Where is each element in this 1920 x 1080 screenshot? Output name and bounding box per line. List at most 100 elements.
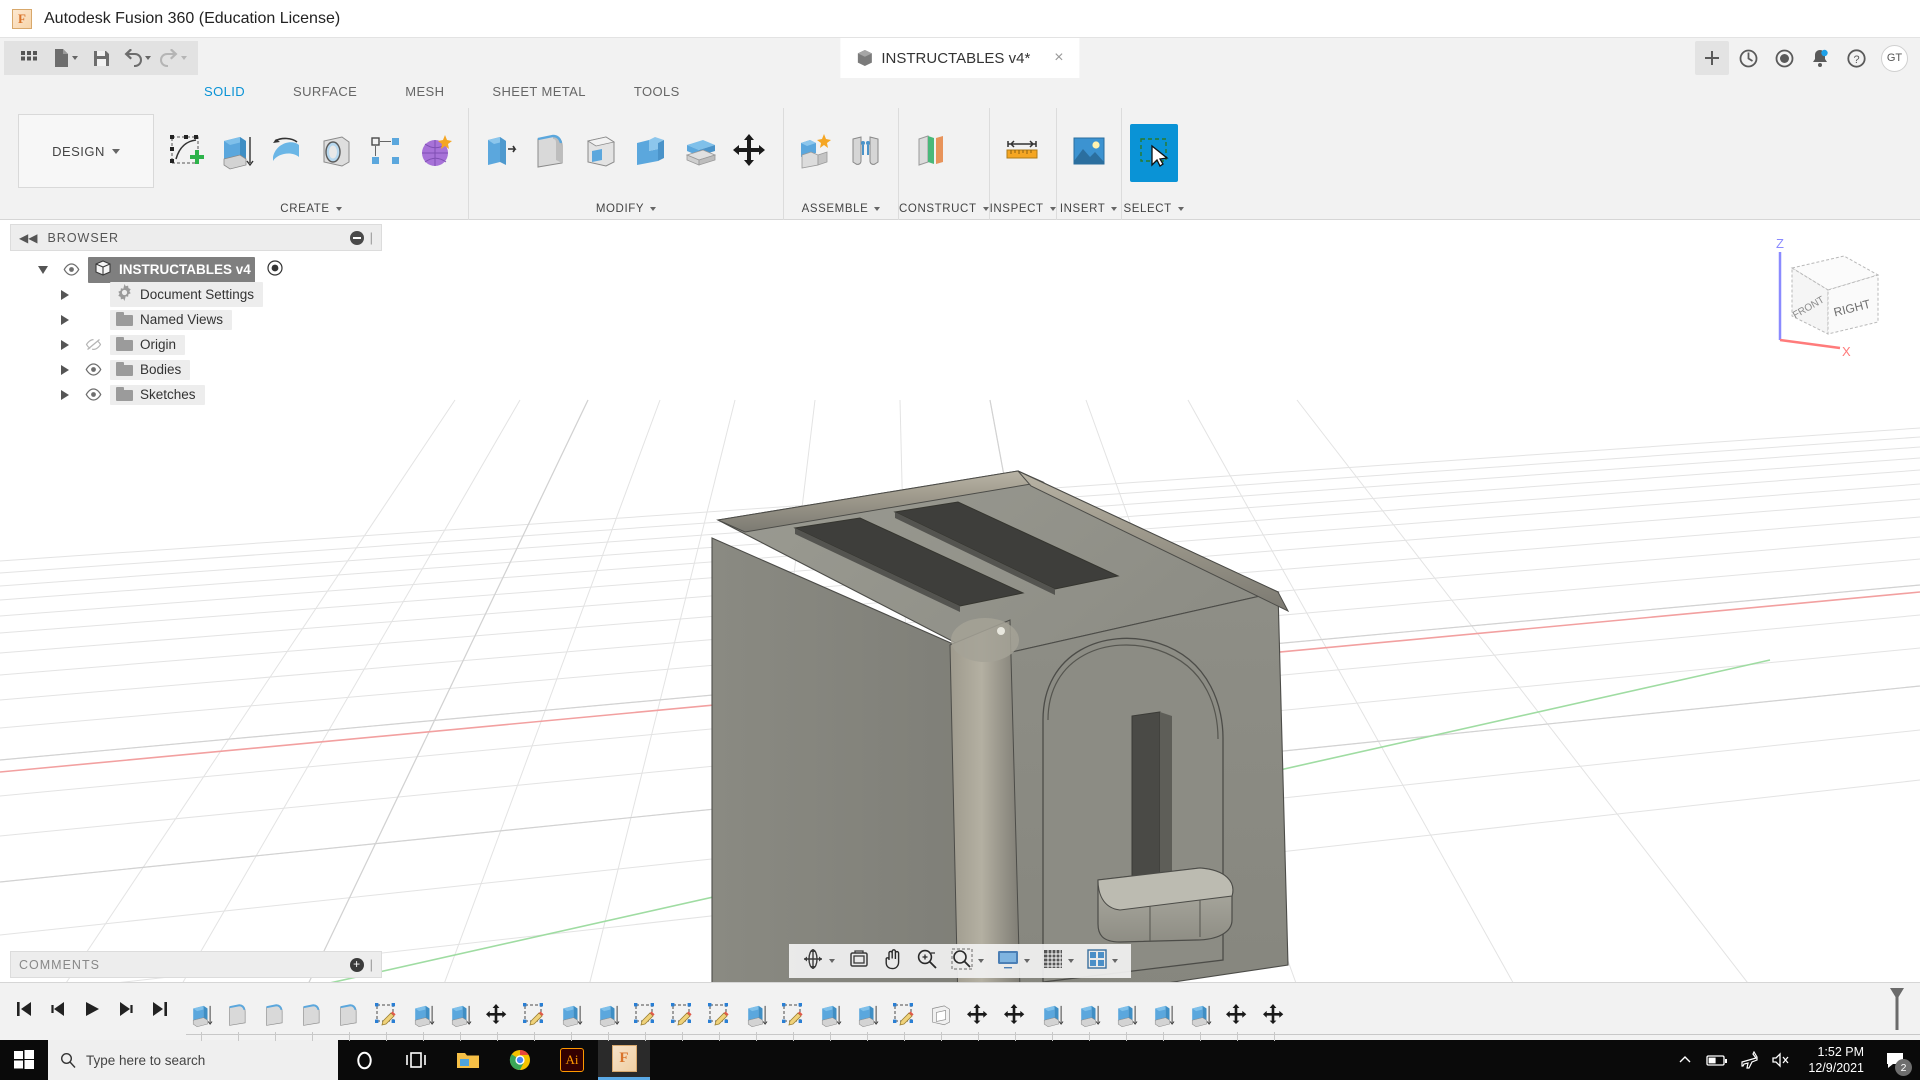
orbit-button[interactable] xyxy=(797,946,840,976)
undo-button[interactable] xyxy=(120,43,154,73)
browser-tree-item-label[interactable]: Bodies xyxy=(110,359,191,380)
fit-button[interactable] xyxy=(946,946,989,976)
timeline-feature-extrude[interactable] xyxy=(186,1001,216,1041)
expand-triangle-open-icon[interactable] xyxy=(32,265,54,274)
chevron-down-icon[interactable] xyxy=(71,56,78,60)
adobe-illustrator-icon[interactable]: Ai xyxy=(546,1040,598,1080)
browser-tree-item[interactable]: Sketches xyxy=(10,382,382,407)
visibility-eye-icon[interactable] xyxy=(82,363,104,376)
chevron-down-icon[interactable] xyxy=(978,959,984,963)
hole-button[interactable] xyxy=(312,124,360,182)
timeline-feature-extrude[interactable] xyxy=(852,1001,882,1041)
form-button[interactable] xyxy=(412,124,460,182)
user-avatar[interactable]: GT xyxy=(1881,44,1908,72)
pan-button[interactable] xyxy=(878,946,908,976)
comments-panel[interactable]: COMMENTS + | xyxy=(10,951,382,978)
history-clock-icon[interactable] xyxy=(1767,41,1801,75)
timeline-feature-extrude[interactable] xyxy=(1185,1001,1215,1041)
offset-face-button[interactable] xyxy=(677,124,725,182)
expand-triangle-icon[interactable] xyxy=(54,289,76,300)
workspace-switcher[interactable]: DESIGN xyxy=(18,114,154,188)
task-view-icon[interactable] xyxy=(390,1040,442,1080)
timeline-feature-extrude[interactable] xyxy=(408,1001,438,1041)
press-pull-button[interactable] xyxy=(477,124,525,182)
ribbon-group-label[interactable]: ASSEMBLE xyxy=(784,198,898,220)
browser-tree-item-label[interactable]: Named Views xyxy=(110,309,233,330)
shell-button[interactable] xyxy=(577,124,625,182)
measure-button[interactable] xyxy=(998,124,1046,182)
google-chrome-icon[interactable] xyxy=(494,1040,546,1080)
chevron-down-icon[interactable] xyxy=(1177,207,1184,211)
expand-triangle-icon[interactable] xyxy=(54,314,76,325)
chevron-down-icon[interactable] xyxy=(335,207,342,211)
move-copy-button[interactable] xyxy=(727,124,775,182)
ribbon-group-label[interactable]: MODIFY xyxy=(469,198,783,220)
create-sketch-button[interactable] xyxy=(162,124,210,182)
grid-snaps-button[interactable] xyxy=(1038,946,1079,976)
ribbon-tab-mesh[interactable]: MESH xyxy=(381,78,468,105)
timeline-feature-sketch[interactable] xyxy=(630,1001,660,1041)
timeline-feature-sketch[interactable] xyxy=(778,1001,808,1041)
select-tool-button[interactable] xyxy=(1129,124,1178,182)
browser-tree-item[interactable]: INSTRUCTABLES v4 xyxy=(10,256,382,283)
combine-button[interactable] xyxy=(627,124,675,182)
timeline-feature-fillet[interactable] xyxy=(223,1001,253,1041)
expand-triangle-icon[interactable] xyxy=(54,339,76,350)
clock[interactable]: 1:52 PM 12/9/2021 xyxy=(1798,1044,1874,1076)
battery-icon[interactable] xyxy=(1702,1040,1732,1080)
cortana-icon[interactable] xyxy=(338,1040,390,1080)
browser-resize-grip[interactable]: | xyxy=(370,230,373,245)
visibility-eye-off-icon[interactable] xyxy=(82,338,104,351)
timeline-feature-extrude[interactable] xyxy=(741,1001,771,1041)
ribbon-tab-solid[interactable]: SOLID xyxy=(180,78,269,105)
windows-start-icon[interactable] xyxy=(0,1040,48,1080)
viewports-button[interactable] xyxy=(1082,946,1123,976)
ribbon-group-label[interactable]: CREATE xyxy=(154,198,468,220)
browser-tree-item[interactable]: Named Views xyxy=(10,307,382,332)
visibility-eye-icon[interactable] xyxy=(60,263,82,276)
zoom-button[interactable] xyxy=(911,946,943,976)
search-input[interactable]: Type here to search xyxy=(48,1040,338,1080)
timeline-feature-extrude[interactable] xyxy=(1111,1001,1141,1041)
volume-muted-icon[interactable] xyxy=(1766,1040,1796,1080)
chevron-down-icon[interactable] xyxy=(1049,207,1056,211)
chevron-down-icon[interactable] xyxy=(111,148,120,154)
timeline-feature-move[interactable] xyxy=(482,1001,512,1041)
visibility-eye-icon[interactable] xyxy=(82,388,104,401)
document-tab[interactable]: INSTRUCTABLES v4* × xyxy=(840,38,1080,78)
insert-canvas-button[interactable] xyxy=(1065,124,1113,182)
timeline-end-marker[interactable] xyxy=(1888,986,1906,1037)
timeline-feature-sketch[interactable] xyxy=(667,1001,697,1041)
display-settings-button[interactable] xyxy=(992,946,1035,976)
chevron-down-icon[interactable] xyxy=(1024,959,1030,963)
plus-circle-icon[interactable]: + xyxy=(349,957,364,972)
timeline-feature-fillet[interactable] xyxy=(297,1001,327,1041)
view-cube[interactable]: Z X FRONT RIGHT xyxy=(1740,230,1890,360)
timeline-feature-fillet[interactable] xyxy=(334,1001,364,1041)
timeline-feature-extrude[interactable] xyxy=(1074,1001,1104,1041)
go-to-end-button[interactable] xyxy=(150,999,170,1024)
timeline-feature-extrude[interactable] xyxy=(593,1001,623,1041)
chevron-down-icon[interactable] xyxy=(145,56,151,60)
timeline-feature-sketch[interactable] xyxy=(519,1001,549,1041)
timeline-feature-shell[interactable] xyxy=(926,1001,956,1041)
new-component-button[interactable] xyxy=(792,124,840,182)
activate-component-radio[interactable] xyxy=(267,260,283,279)
timeline-feature-move[interactable] xyxy=(963,1001,993,1041)
expand-triangle-icon[interactable] xyxy=(54,389,76,400)
chevron-down-icon[interactable] xyxy=(1112,959,1118,963)
browser-tree-item[interactable]: Document Settings xyxy=(10,282,382,307)
timeline-feature-move[interactable] xyxy=(1259,1001,1289,1041)
help-question-icon[interactable]: ? xyxy=(1839,41,1873,75)
browser-collapse-all-icon[interactable] xyxy=(349,230,364,245)
timeline-track[interactable] xyxy=(180,983,1920,1041)
chevron-down-icon[interactable] xyxy=(1111,207,1118,211)
browser-tree-item-label[interactable]: INSTRUCTABLES v4 xyxy=(88,256,255,283)
step-back-button[interactable] xyxy=(48,999,68,1024)
joint-button[interactable] xyxy=(842,124,890,182)
browser-tree-item[interactable]: Origin xyxy=(10,332,382,357)
timeline-feature-extrude[interactable] xyxy=(445,1001,475,1041)
timeline-feature-extrude[interactable] xyxy=(815,1001,845,1041)
show-hidden-icons-chevron[interactable] xyxy=(1670,1040,1700,1080)
step-forward-button[interactable] xyxy=(116,999,136,1024)
